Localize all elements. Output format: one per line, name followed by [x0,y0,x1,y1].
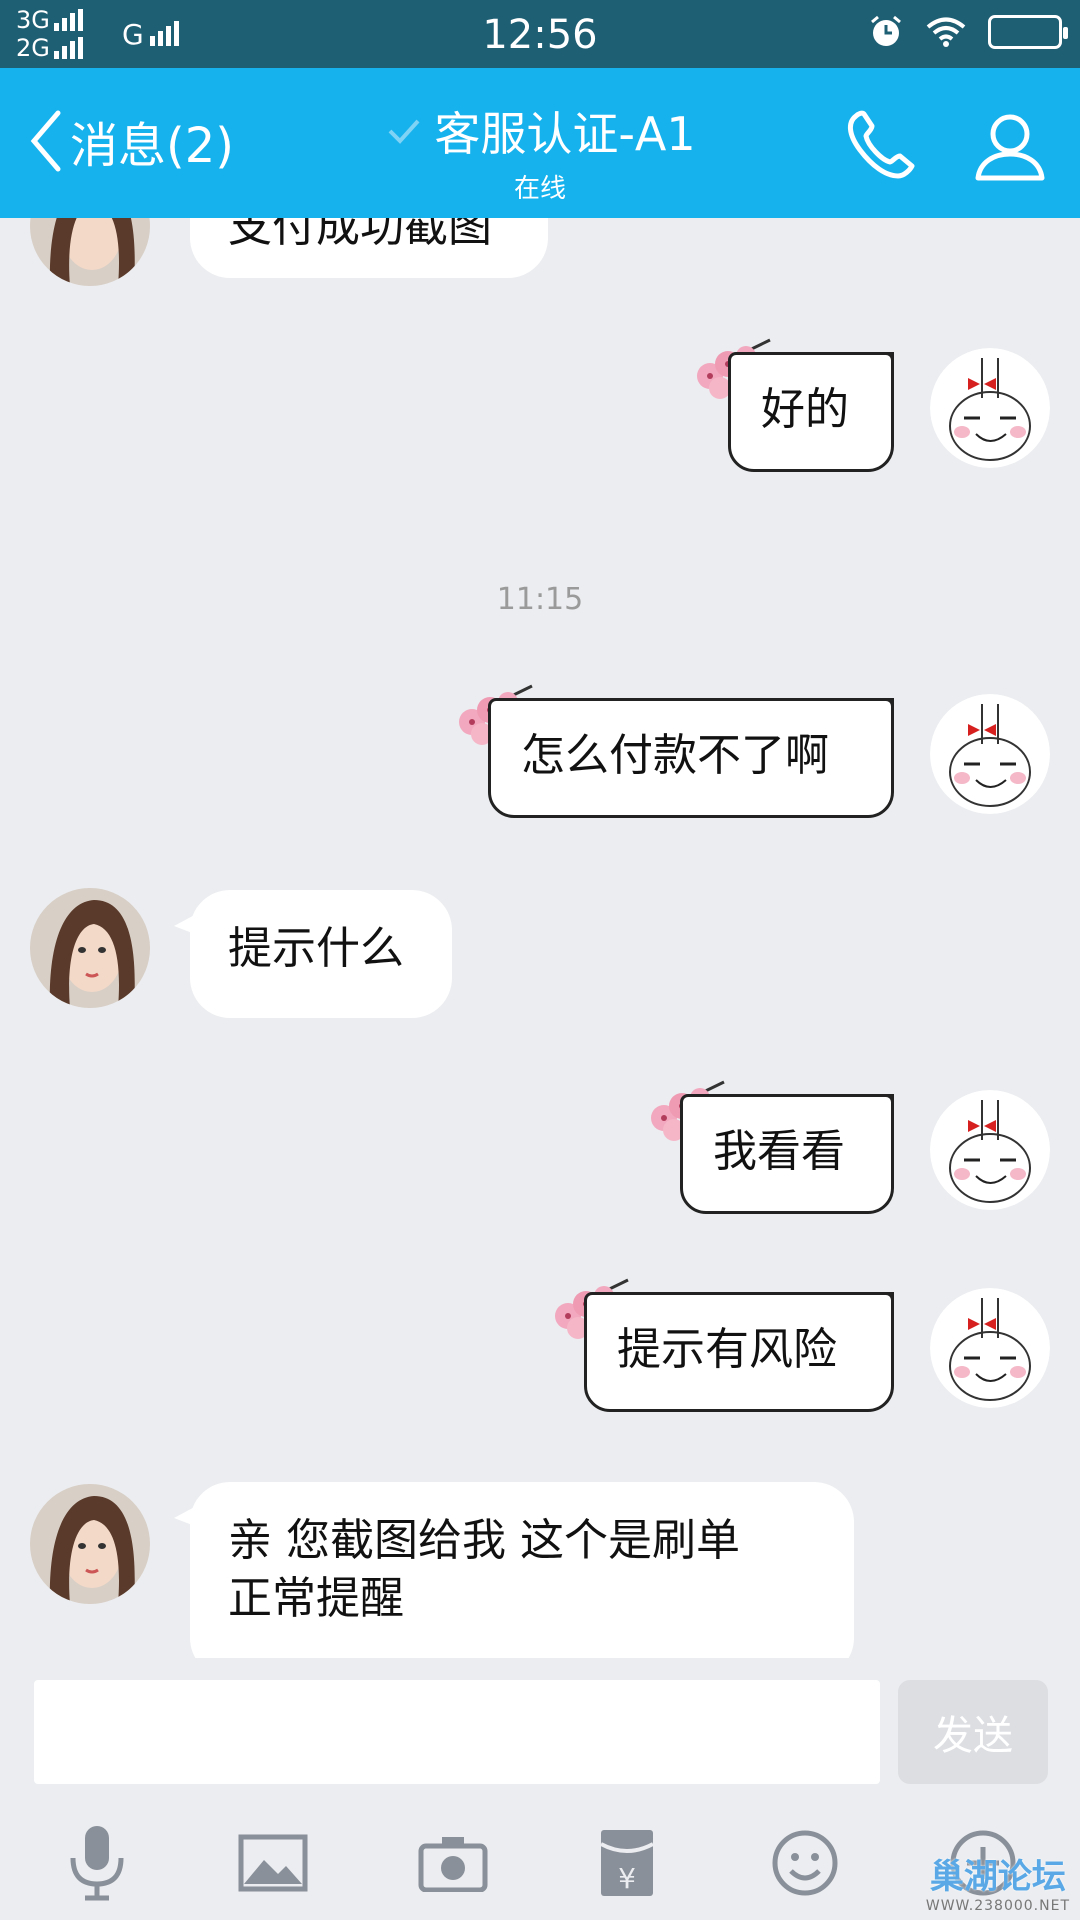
message-input[interactable] [34,1680,880,1784]
red-packet-button[interactable]: ¥ [582,1818,672,1908]
red-packet-icon: ¥ [600,1830,654,1896]
image-icon [238,1834,308,1892]
message-text: 支付成功截图 [228,218,492,252]
send-button[interactable]: 发送 [898,1680,1048,1784]
message-bubble-outgoing[interactable]: 我看看 [680,1094,894,1214]
chat-area[interactable]: 支付成功截图 好的 11:15 怎么付款不了啊 提示什么 我看看 提示有风险 亲… [0,218,1080,1658]
emoji-icon [772,1830,838,1896]
image-button[interactable] [228,1818,318,1908]
user-avatar[interactable] [930,1090,1050,1210]
message-text: 提示有风险 [617,1324,837,1375]
input-toolbar: ¥ [0,1818,1080,1918]
message-text-line: 亲 您截图给我 这个是刷单 [228,1515,740,1566]
battery-icon [988,15,1068,49]
message-bubble-outgoing[interactable]: 提示有风险 [584,1292,894,1412]
phone-icon[interactable] [842,108,918,184]
message-text: 好的 [761,384,849,435]
user-avatar[interactable] [930,1288,1050,1408]
online-status: 在线 [513,174,566,204]
wifi-icon [926,17,966,47]
profile-icon[interactable] [972,108,1048,184]
message-bubble-outgoing[interactable]: 怎么付款不了啊 [488,698,894,818]
camera-icon [418,1837,488,1892]
camera-button[interactable] [408,1818,498,1908]
status-bar: 3G 2G G 12:56 [0,0,1080,68]
message-text: 提示什么 [228,923,404,974]
message-text: 我看看 [713,1126,845,1177]
alarm-icon [871,15,901,46]
message-timestamp: 11:15 [496,582,584,617]
user-avatar[interactable] [930,694,1050,814]
verified-check-icon [388,119,420,144]
chat-title: 客服认证-A1 [434,107,696,161]
chat-title-block: 客服认证-A1 在线 [0,98,1080,205]
agent-avatar[interactable] [30,888,150,1008]
watermark-url: WWW.238000.NET [925,1898,1070,1914]
message-bubble-incoming[interactable]: 亲 您截图给我 这个是刷单 正常提醒 [174,1482,854,1658]
microphone-icon [70,1826,124,1901]
message-text-line: 正常提醒 [228,1573,404,1624]
agent-avatar[interactable] [30,218,150,286]
message-bubble-incoming[interactable]: 支付成功截图 [190,218,548,278]
microphone-button[interactable] [52,1818,142,1908]
message-bubble-outgoing[interactable]: 好的 [728,352,894,472]
forum-watermark: 巢湖论坛 WWW.238000.NET [926,1849,1070,1914]
agent-avatar[interactable] [30,1484,150,1604]
chat-header: 消息(2) 客服认证-A1 在线 [0,68,1080,218]
user-avatar[interactable] [930,348,1050,468]
input-area: 发送 ¥ 巢湖论坛 WWW.238000.NET [0,1658,1080,1920]
message-text: 怎么付款不了啊 [521,730,829,781]
svg-text:¥: ¥ [618,1862,636,1895]
message-bubble-incoming[interactable]: 提示什么 [174,890,452,1018]
emoji-button[interactable] [760,1818,850,1908]
watermark-title: 巢湖论坛 [929,1857,1066,1897]
